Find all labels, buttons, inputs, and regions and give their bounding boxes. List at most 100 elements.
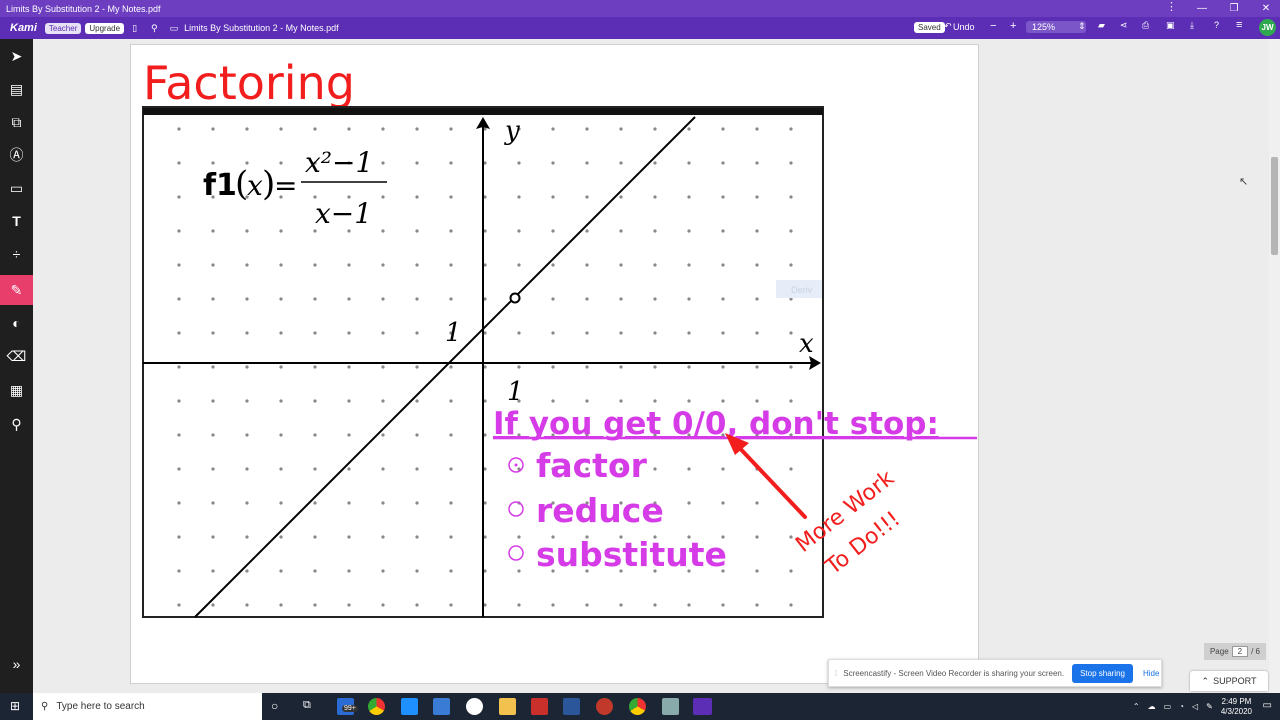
signature-tool-icon[interactable]: ⚲ [0,409,33,439]
support-button[interactable]: ⌃ SUPPORT [1190,671,1268,691]
eraser-tool-icon[interactable]: ⌫ [0,341,33,371]
search-icon[interactable]: ⚲ [151,23,158,34]
onedrive-icon[interactable]: ☁ [1148,702,1156,711]
zoom-out-icon[interactable]: − [990,20,996,32]
hide-button[interactable]: Hide [1143,669,1159,678]
page-number-input[interactable]: 2 [1231,646,1249,657]
menu-icon[interactable]: ≡ [1236,19,1242,31]
grid-dot [721,127,725,131]
undo-icon[interactable]: ↶ [944,21,952,32]
upgrade-button[interactable]: Upgrade [85,22,125,34]
cortana-icon[interactable]: ○ [271,699,278,713]
grid-dot [721,399,725,403]
kebab-menu-icon[interactable]: ⋮ [1166,0,1177,13]
grid-dot [551,127,555,131]
markup-tool-icon[interactable]: Ⓐ [0,140,33,170]
highlighter-tool-icon[interactable]: ▤ [0,74,33,104]
tool-icon[interactable] [662,698,679,715]
grid-dot [517,161,521,165]
volume-icon[interactable]: ◁ [1192,702,1198,711]
grid-dot [721,263,725,267]
comment-tool-icon[interactable]: ▭ [0,173,33,203]
save-icon[interactable]: ▣ [1166,20,1175,31]
download-icon[interactable]: ⤓ [1190,20,1194,31]
close-icon[interactable]: ✕ [1250,0,1280,17]
grid-dot [381,365,385,369]
tray-chevron-icon[interactable]: ⌃ [1133,702,1140,711]
grid-dot [347,365,351,369]
grid-dot [653,297,657,301]
share-icon[interactable]: ⋖ [1120,20,1128,31]
app-icon[interactable] [466,698,483,715]
drag-handle-icon[interactable]: ⁞ [835,669,837,678]
grid-dot [279,331,283,335]
pen-tool-icon[interactable]: ✎ [0,275,33,305]
grid-dot [789,399,793,403]
zoom-dropdown-icon[interactable]: ⇕ [1078,21,1086,32]
document-title: Limits By Substitution 2 - My Notes.pdf [184,23,339,33]
scrollbar-thumb[interactable] [1271,157,1278,255]
chrome-2-icon[interactable] [629,698,646,715]
vertical-scrollbar[interactable] [1269,39,1280,693]
red-app-icon[interactable] [596,698,613,715]
print-icon[interactable]: ⎙ [1142,20,1149,31]
select-tool-icon[interactable]: ➤ [0,41,33,71]
grid-dot [619,365,623,369]
task-view-icon[interactable]: ⧉ [303,699,311,712]
battery-icon[interactable]: ▭ [1164,702,1172,711]
taskbar-search[interactable]: ⚲ Type here to search [33,693,262,720]
clock[interactable]: 2:49 PM 4/3/2020 [1221,697,1252,717]
expand-sidebar-icon[interactable]: » [0,649,33,679]
pen-icon[interactable]: ✎ [1206,702,1213,711]
edge-icon[interactable] [401,698,418,715]
sidebar-toggle-icon[interactable]: ▯ [132,23,137,34]
avatar[interactable]: JW [1259,19,1276,36]
grid-dot [279,161,283,165]
add-media-icon[interactable]: ▦ [0,375,33,405]
window-titlebar: Limits By Substitution 2 - My Notes.pdf … [0,0,1280,17]
grid-dot [211,535,215,539]
pdf-page: Factoring x y 1 1 f1 ( x ) = x²−1 x−1 De… [130,44,979,684]
zoom-in-icon[interactable]: + [1010,20,1016,32]
page-indicator: Page 2 / 6 [1204,643,1266,660]
grid-dot [755,603,759,607]
grid-dot [245,467,249,471]
windows-start-icon[interactable]: ⊞ [10,699,20,713]
acrobat-icon[interactable] [531,698,548,715]
teacher-badge[interactable]: Teacher [44,22,82,34]
store-icon[interactable] [433,698,450,715]
grid-dot [517,365,521,369]
help-icon[interactable]: ? [1214,20,1219,30]
shape-tool-icon[interactable]: ◐ [0,308,33,338]
grid-dot [313,501,317,505]
chrome-icon[interactable] [368,698,385,715]
zoom-select[interactable]: 125% [1026,21,1086,33]
grid-dot [211,263,215,267]
grid-dot [687,297,691,301]
undo-button[interactable]: Undo [953,22,975,32]
grid-dot [789,569,793,573]
equation-tool-icon[interactable]: ÷ [0,239,33,269]
step-2: reduce [536,491,664,530]
restore-icon[interactable]: ❐ [1218,0,1250,17]
grid-dot [347,501,351,505]
grid-dot [585,365,589,369]
text-tool-icon[interactable]: T [0,206,33,236]
grid-dot [211,399,215,403]
grid-dot [687,501,691,505]
folder-icon[interactable]: ▰ [1098,20,1105,31]
x-tick-label: 1 [507,377,524,407]
stop-sharing-button[interactable]: Stop sharing [1072,663,1133,683]
screencastify-message: Screencastify - Screen Video Recorder is… [843,668,1065,678]
grid-dot [687,331,691,335]
word-icon[interactable] [563,698,580,715]
wifi-icon[interactable]: ◔ [1179,702,1184,711]
shapes-locked-icon[interactable]: ⧉ [0,107,33,137]
notification-icon[interactable]: ▭ [1263,700,1272,711]
file-explorer-icon[interactable] [499,698,516,715]
minimize-icon[interactable]: — [1186,0,1218,17]
grid-dot [381,297,385,301]
kami-taskbar-icon[interactable] [693,698,712,715]
grid-dot [449,467,453,471]
grid-dot [415,263,419,267]
